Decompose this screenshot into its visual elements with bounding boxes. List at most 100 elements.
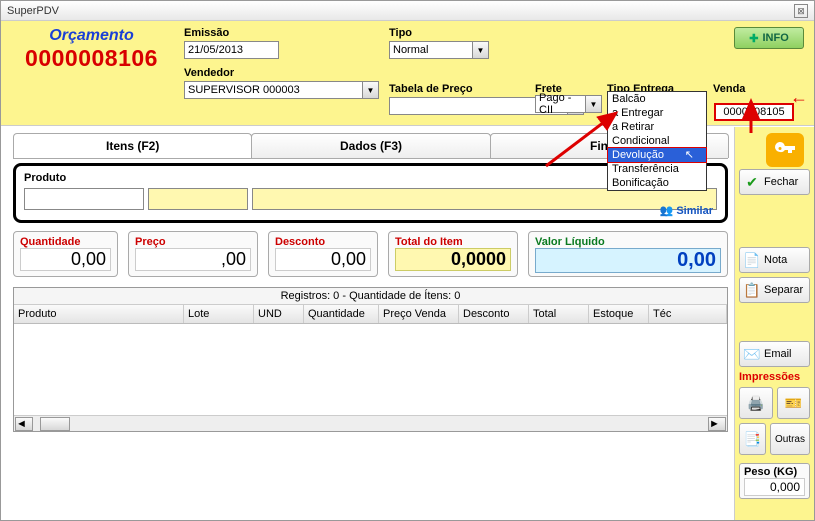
outras-button[interactable]: Outras [770,423,810,455]
outras-label: Outras [775,434,805,445]
produto-row [24,188,717,210]
people-icon: 👥 [660,204,674,217]
entrega-option[interactable]: a Retirar [608,120,706,134]
venda-field[interactable] [714,103,794,121]
desconto-label: Desconto [275,236,371,248]
grid-col[interactable]: Quantidade [304,305,379,323]
doc-button[interactable]: 📑 [739,423,766,455]
values-row: Quantidade 0,00 Preço ,00 Desconto 0,00 … [13,231,728,277]
orcamento-block: Orçamento 0000008106 [9,27,174,115]
tab-dados[interactable]: Dados (F3) [251,133,490,158]
entrega-option[interactable]: Condicional [608,134,706,148]
separar-label: Separar [764,284,803,296]
impressoes-label: Impressões [739,371,810,383]
window-title: SuperPDV [7,5,59,17]
grid-col[interactable]: Lote [184,305,254,323]
preco-label: Preço [135,236,251,248]
ticket-icon: 🎫 [785,395,801,411]
frete-value: Pago - CII [536,92,585,116]
titlebar: SuperPDV ⊠ [1,1,814,21]
peso-box: Peso (KG) 0,000 [739,463,810,499]
entrega-option[interactable]: a Entregar [608,106,706,120]
fechar-label: Fechar [764,176,798,188]
venda-block: Venda [713,83,745,95]
desconto-value[interactable]: 0,00 [275,248,371,271]
grid-header: Produto Lote UND Quantidade Preço Venda … [14,305,727,324]
valor-liquido-box: Valor Líquido 0,00 [528,231,728,277]
close-icon[interactable]: ⊠ [794,4,808,18]
peso-value: 0,000 [744,478,805,496]
grid-col[interactable]: Produto [14,305,184,323]
separar-button[interactable]: 📋 Separar [739,277,810,303]
total-item-label: Total do Item [395,236,511,248]
emissao-label: Emissão [184,27,379,39]
info-button[interactable]: ✚ INFO [734,27,804,49]
orcamento-label: Orçamento [9,27,174,45]
desconto-box: Desconto 0,00 [268,231,378,277]
chevron-down-icon: ▼ [362,82,378,98]
mail-icon: ✉️ [744,346,760,362]
peso-label: Peso (KG) [744,466,805,478]
grid-col[interactable]: Téc [649,305,727,323]
nota-button[interactable]: 📄 Nota [739,247,810,273]
frete-block: Frete Pago - CII▼ [535,83,602,113]
side-toolbar: ✔ Fechar 📄 Nota 📋 Separar ✉️ Email Impre… [734,127,814,520]
tipo-label: Tipo [389,27,584,39]
chevron-down-icon: ▼ [585,96,601,112]
similar-link[interactable]: 👥 Similar [660,204,713,217]
tipo-select[interactable]: Normal▼ [389,41,489,59]
entrega-option-selected[interactable]: Devolução↖ [607,147,707,163]
scroll-left-icon[interactable]: ◄ [15,417,33,431]
ticket-button[interactable]: 🎫 [777,387,811,419]
tipo-value: Normal [390,44,472,56]
grid-col[interactable]: UND [254,305,304,323]
tab-itens[interactable]: Itens (F2) [13,133,252,158]
col-emissao-vendedor: Emissão Vendedor SUPERVISOR 000003▼ [184,27,379,115]
valor-liquido-value: 0,00 [535,248,721,273]
total-item-value: 0,0000 [395,248,511,271]
grid-status: Registros: 0 - Quantidade de Ítens: 0 [14,288,727,305]
grid-col[interactable]: Total [529,305,589,323]
orcamento-number: 0000008106 [9,45,174,72]
produto-code-input[interactable] [24,188,144,210]
venda-label: Venda [713,83,745,95]
email-button[interactable]: ✉️ Email [739,341,810,367]
cursor-icon: ↖ [685,148,694,161]
frete-select[interactable]: Pago - CII▼ [535,95,602,113]
preco-value[interactable]: ,00 [135,248,251,271]
preco-box: Preço ,00 [128,231,258,277]
vendedor-value: SUPERVISOR 000003 [185,84,362,96]
grid-col[interactable]: Preço Venda [379,305,459,323]
clipboard-icon: 📋 [744,282,760,298]
scroll-right-icon[interactable]: ► [708,417,726,431]
fechar-button[interactable]: ✔ Fechar [739,169,810,195]
vendedor-select[interactable]: SUPERVISOR 000003▼ [184,81,379,99]
entrega-dropdown-list[interactable]: Balcão a Entregar a Retirar Condicional … [607,91,707,191]
key-icon[interactable] [766,133,804,167]
emissao-field[interactable] [184,41,279,59]
chevron-down-icon: ▼ [472,42,488,58]
entrega-option[interactable]: Transferência [608,162,706,176]
quantidade-label: Quantidade [20,236,111,248]
plus-icon: ✚ [749,32,758,45]
similar-label: Similar [676,205,713,217]
grid-col[interactable]: Desconto [459,305,529,323]
grid-col[interactable]: Estoque [589,305,649,323]
printer-icon: 🖨️ [748,395,764,411]
quantidade-box: Quantidade 0,00 [13,231,118,277]
valor-liquido-label: Valor Líquido [535,236,721,248]
print-button[interactable]: 🖨️ [739,387,773,419]
document-icon: 📑 [744,431,760,447]
vendedor-label: Vendedor [184,67,379,79]
quantidade-value[interactable]: 0,00 [20,248,111,271]
grid-body[interactable] [14,324,727,415]
produto-desc-input[interactable] [252,188,717,210]
grid-hscroll[interactable]: ◄ ► [14,415,727,431]
entrega-option[interactable]: Bonificação [608,176,706,190]
note-icon: 📄 [744,252,760,268]
items-grid: Registros: 0 - Quantidade de Ítens: 0 Pr… [13,287,728,432]
entrega-option[interactable]: Balcão [608,92,706,106]
produto-mid-input[interactable] [148,188,248,210]
scroll-thumb[interactable] [40,417,70,431]
info-label: INFO [762,32,788,44]
